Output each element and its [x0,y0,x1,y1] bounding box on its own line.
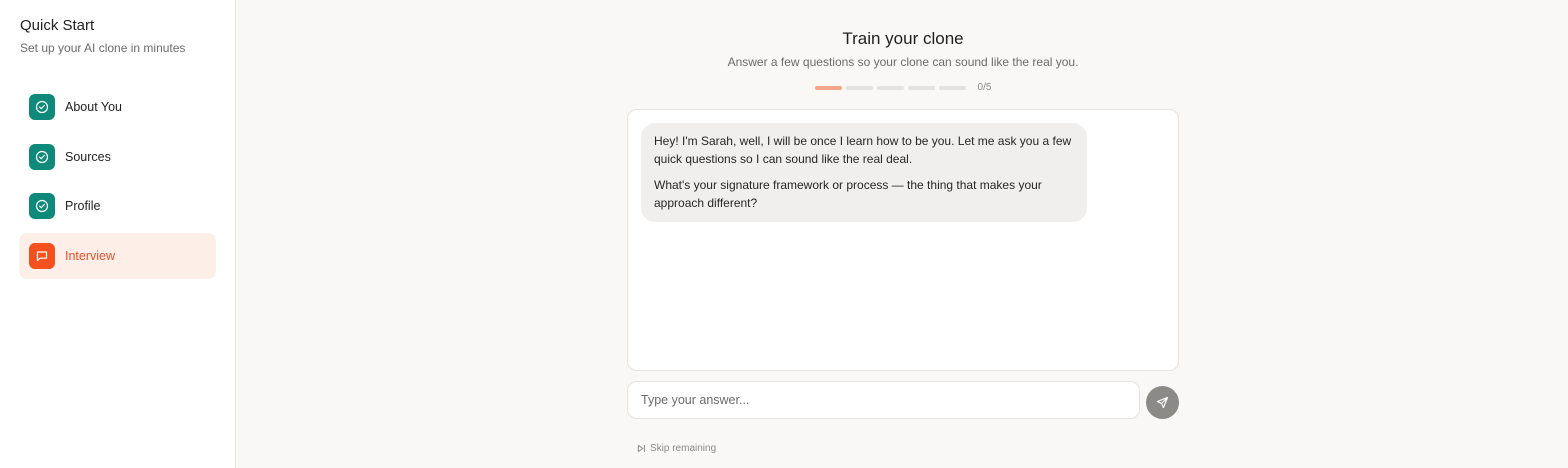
chat-panel[interactable]: Hey! I'm Sarah, well, I will be once I l… [627,109,1179,371]
send-button[interactable] [1146,386,1179,419]
step-label: Profile [65,199,101,213]
progress-segment [876,85,904,90]
skip-remaining-link[interactable]: Skip remaining [637,443,716,454]
step-about-you[interactable]: About You [19,84,216,130]
progress-indicator: 0/5 [627,82,1179,93]
answer-input[interactable] [627,381,1140,419]
step-interview[interactable]: Interview [19,232,216,279]
sidebar-subtitle: Set up your AI clone in minutes [20,41,186,55]
check-circle-icon [29,143,55,170]
progress-segment [938,85,966,90]
skip-forward-icon [637,444,650,453]
check-circle-icon [29,94,55,120]
chat-bubble-icon [29,242,55,269]
main-content: Train your clone Answer a few questions … [236,0,1568,468]
progress-segment [907,85,935,90]
page-header: Train your clone Answer a few questions … [627,28,1179,93]
skip-remaining-label: Skip remaining [650,443,717,454]
progress-count: 0/5 [977,82,992,93]
sidebar: Quick Start Set up your AI clone in minu… [0,0,236,468]
progress-segment [814,85,842,90]
step-label: About You [65,100,123,114]
check-circle-icon [29,193,55,219]
progress-segment [845,85,873,90]
step-profile[interactable]: Profile [19,183,216,229]
page-title: Train your clone [842,29,964,48]
step-sources[interactable]: Sources [19,134,216,180]
step-label: Sources [65,149,111,164]
message-paragraph: Hey! I'm Sarah, well, I will be once I l… [654,134,1072,166]
step-list: About You Sources Profile Interview [19,84,216,279]
assistant-message: Hey! I'm Sarah, well, I will be once I l… [641,123,1087,222]
page-subtitle: Answer a few questions so your clone can… [727,55,1079,69]
sidebar-title: Quick Start [20,17,95,34]
message-paragraph: What's your signature framework or proce… [654,178,1042,210]
send-icon [1156,396,1169,409]
step-label: Interview [65,248,116,263]
